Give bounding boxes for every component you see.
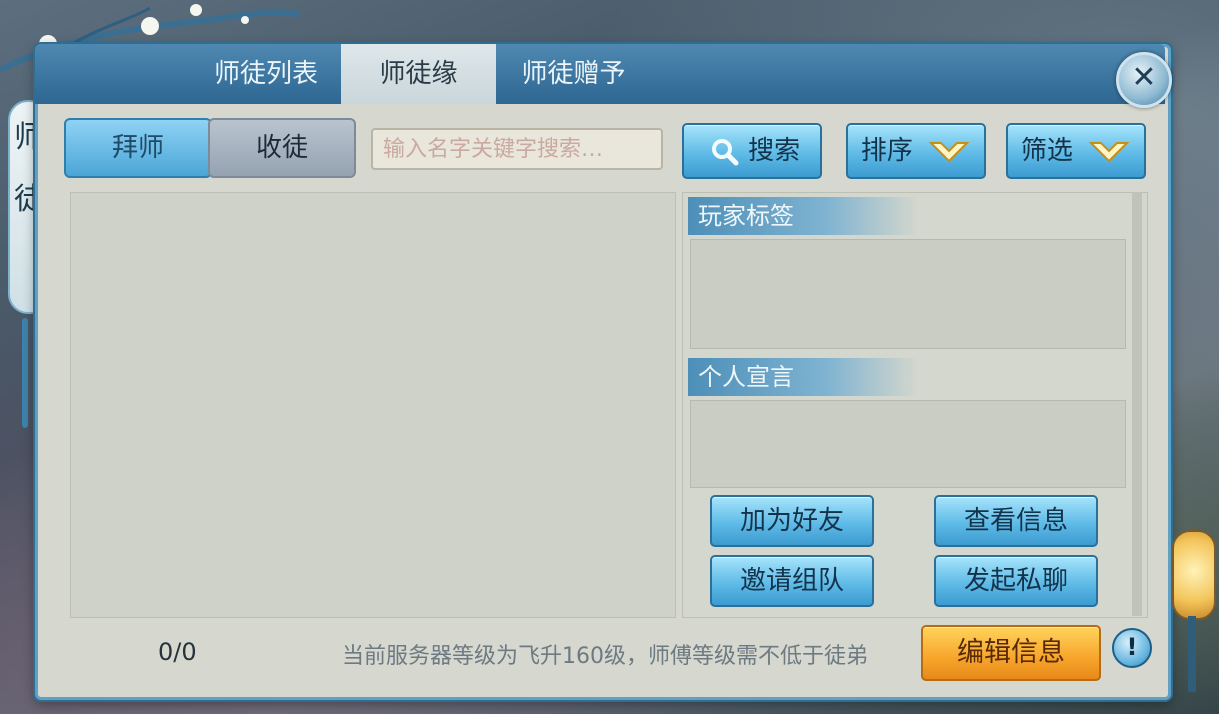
manifesto-title: 个人宣言 <box>688 358 918 396</box>
lantern-post-decoration <box>1188 616 1196 692</box>
edit-info-button[interactable]: 编辑信息 <box>921 625 1101 681</box>
view-info-button[interactable]: 查看信息 <box>934 495 1098 547</box>
filter-button-label: 筛选 <box>1020 136 1073 166</box>
tab-mentor-list[interactable]: 师徒列表 <box>191 44 341 104</box>
chevron-down-icon <box>928 141 970 162</box>
result-count: 0/0 <box>158 638 197 666</box>
player-tags-title: 玩家标签 <box>688 197 918 235</box>
side-rod-decoration <box>22 318 28 428</box>
take-disciple-segment-button[interactable]: 收徒 <box>208 118 356 178</box>
add-friend-button[interactable]: 加为好友 <box>710 495 874 547</box>
private-chat-button[interactable]: 发起私聊 <box>934 555 1098 607</box>
search-icon <box>711 138 739 165</box>
sort-button[interactable]: 排序 <box>846 123 986 179</box>
sort-button-label: 排序 <box>860 136 913 166</box>
detail-scrollbar[interactable] <box>1132 192 1142 616</box>
invite-team-button[interactable]: 邀请组队 <box>710 555 874 607</box>
level-notice: 当前服务器等级为飞升160级，师傅等级需不低于徒弟 <box>342 644 868 669</box>
search-input[interactable] <box>371 128 663 170</box>
search-button-label: 搜索 <box>748 136 801 166</box>
apprentice-segment-button[interactable]: 拜师 <box>64 118 212 178</box>
lantern-decoration <box>1172 530 1216 620</box>
info-icon[interactable]: ! <box>1112 628 1152 668</box>
tab-bar: 师徒列表 师徒缘 师徒赠予 <box>35 44 1165 104</box>
player-tags-box <box>690 239 1126 349</box>
tab-mentor-gift[interactable]: 师徒赠予 <box>496 44 651 104</box>
tab-mentor-bond[interactable]: 师徒缘 <box>341 44 496 104</box>
player-list-area[interactable] <box>70 192 676 618</box>
filter-button[interactable]: 筛选 <box>1006 123 1146 179</box>
close-button[interactable]: ✕ <box>1116 52 1172 108</box>
chevron-down-icon <box>1088 141 1130 162</box>
search-button[interactable]: 搜索 <box>682 123 822 179</box>
manifesto-box <box>690 400 1126 488</box>
